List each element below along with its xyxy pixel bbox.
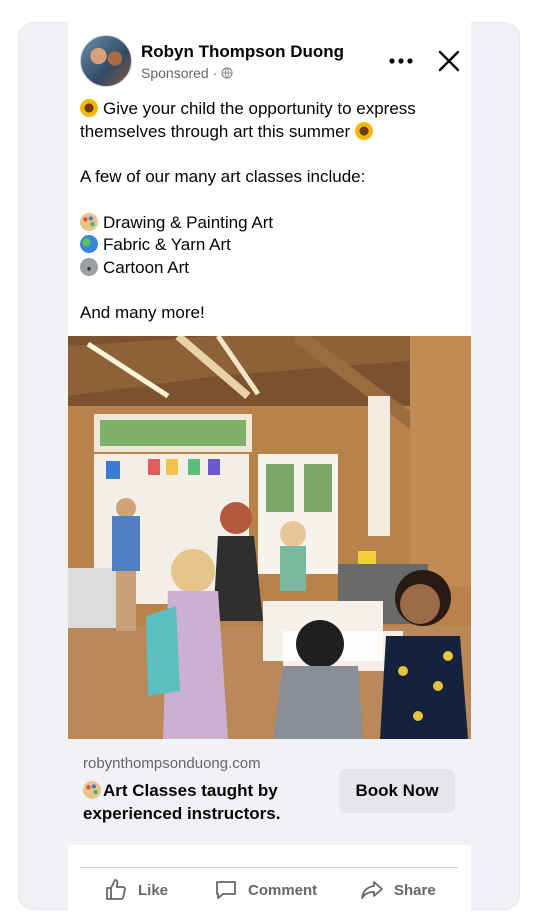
closing-line: And many more! (80, 303, 205, 322)
like-button[interactable]: Like (104, 874, 168, 906)
thumbs-up-icon (106, 879, 126, 900)
post-message: Give your child the opportunity to expre… (80, 98, 460, 325)
link-domain[interactable]: robynthompsonduong.com (83, 755, 261, 772)
classes-heading: A few of our many art classes include: (80, 167, 366, 186)
share-label: Share (394, 881, 436, 899)
share-arrow-icon (361, 881, 383, 899)
book-now-button[interactable]: Book Now (339, 769, 455, 813)
like-label: Like (138, 881, 169, 899)
sunflower-icon (354, 121, 373, 140)
link-headline-text: Art Classes taught by experienced instru… (83, 781, 281, 823)
sunflower-icon (80, 99, 98, 117)
artist-palette-icon (83, 781, 101, 799)
author-name[interactable]: Robyn Thompson Duong (141, 42, 344, 62)
comment-button[interactable]: Comment (214, 874, 317, 906)
koala-icon (80, 257, 98, 276)
actions-divider (80, 867, 458, 868)
sponsored-text: Sponsored · (141, 65, 218, 81)
author-avatar[interactable] (80, 35, 132, 87)
link-headline[interactable]: Art Classes taught by experienced instru… (83, 779, 323, 825)
close-button[interactable] (436, 48, 462, 74)
class-item-cartoon: Cartoon Art (80, 257, 460, 280)
sponsored-post-card: Robyn Thompson Duong Sponsored · Give yo… (68, 22, 471, 910)
comment-icon (216, 881, 236, 899)
globe-icon (221, 67, 233, 79)
class-item-fabric: Fabric & Yarn Art (80, 234, 460, 257)
intro-paragraph: Give your child the opportunity to expre… (80, 98, 460, 143)
link-preview[interactable]: robynthompsonduong.com Art Classes taugh… (68, 739, 471, 845)
class-label: Fabric & Yarn Art (103, 235, 231, 254)
share-button[interactable]: Share (360, 874, 436, 906)
post-photo[interactable] (68, 336, 471, 739)
class-item-drawing: Drawing & Painting Art (80, 212, 460, 235)
class-label: Cartoon Art (103, 257, 189, 277)
class-label: Drawing & Painting Art (103, 212, 274, 232)
more-options-button[interactable] (386, 52, 416, 70)
sponsored-label: Sponsored · (141, 65, 233, 81)
artist-palette-icon (80, 212, 98, 231)
globe-icon (80, 235, 98, 253)
comment-label: Comment (248, 881, 318, 899)
